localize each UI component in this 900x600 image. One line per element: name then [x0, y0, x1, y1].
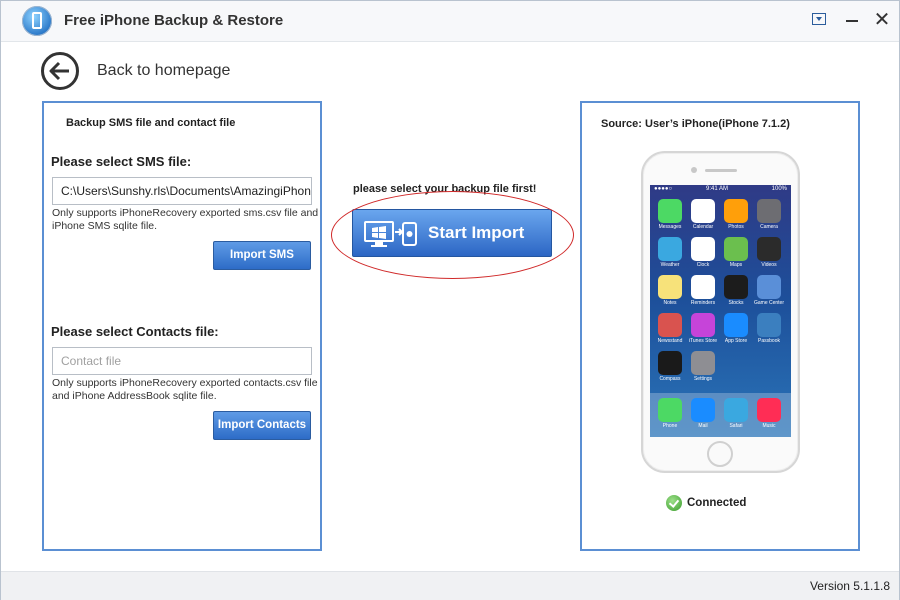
phone-app-icon — [724, 237, 748, 261]
phone-app-label: Calendar — [692, 224, 714, 230]
close-button[interactable]: ✕ — [873, 10, 891, 30]
phone-app-label: Passbook — [758, 338, 780, 344]
phone-app-icon — [691, 313, 715, 337]
phone-app-label: Camera — [760, 224, 778, 230]
iphone-image: ●●●●○ 9:41 AM 100% Messages Calendar Photo… — [641, 151, 800, 473]
start-import-label: Start Import — [428, 223, 525, 242]
back-to-homepage-link[interactable]: Back to homepage — [97, 62, 230, 80]
menu-dropdown-icon[interactable] — [811, 11, 829, 29]
panel-title: Backup SMS file and contact file — [66, 117, 236, 129]
minimize-button[interactable] — [843, 11, 861, 29]
home-button-icon — [707, 441, 733, 467]
phone-app-label: iTunes Store — [688, 338, 718, 344]
phone-dock-icon — [724, 398, 748, 422]
phone-app-label: Reminders — [690, 300, 716, 306]
phone-app-label: Game Center — [753, 300, 784, 306]
phone-dock-icon — [658, 398, 682, 422]
phone-app-icon — [691, 199, 715, 223]
phone-app-label: Compass — [659, 376, 681, 382]
pc-to-phone-icon — [364, 221, 417, 247]
contacts-file-note: Only supports iPhoneRecovery exported co… — [52, 377, 318, 402]
phone-app-icon — [658, 237, 682, 261]
back-arrow-icon[interactable] — [41, 52, 79, 90]
import-contacts-button[interactable]: Import Contacts — [213, 411, 311, 440]
footer-bar: Version 5.1.1.8 — [1, 571, 899, 600]
phone-app-icon — [658, 313, 682, 337]
phone-app-icon — [757, 199, 781, 223]
app-window: Free iPhone Backup & Restore ✕ Back to h… — [0, 0, 900, 600]
connection-status: Connected — [687, 497, 747, 509]
phone-dock-label: Safari — [729, 423, 743, 429]
phone-app-label: Clock — [696, 262, 710, 268]
phone-dock-icon — [757, 398, 781, 422]
sms-file-note: Only supports iPhoneRecovery exported sm… — [52, 207, 319, 232]
phone-app-icon — [691, 275, 715, 299]
phone-app-icon — [658, 199, 682, 223]
phone-app-label: Settings — [693, 376, 713, 382]
contacts-file-label: Please select Contacts file: — [51, 324, 219, 339]
version-label: Version 5.1.1.8 — [809, 579, 890, 593]
sms-file-label: Please select SMS file: — [51, 154, 192, 169]
phone-battery: 100% — [771, 186, 787, 192]
start-import-button[interactable]: Start Import — [352, 209, 552, 257]
phone-app-icon — [724, 199, 748, 223]
phone-app-icon — [757, 275, 781, 299]
phone-dock-label: Music — [762, 423, 776, 429]
title-bar: Free iPhone Backup & Restore ✕ — [1, 1, 899, 42]
phone-dock-label: Mail — [698, 423, 708, 429]
phone-dock-label: Phone — [662, 423, 678, 429]
iphone-screen: ●●●●○ 9:41 AM 100% Messages Calendar Photo… — [650, 185, 791, 437]
phone-app-label: Stocks — [728, 300, 744, 306]
phone-app-label: Videos — [761, 262, 777, 268]
phone-app-icon — [724, 275, 748, 299]
phone-app-label: Notes — [663, 300, 677, 306]
phone-app-icon — [757, 313, 781, 337]
connected-check-icon — [666, 495, 682, 511]
app-title: Free iPhone Backup & Restore — [64, 12, 284, 29]
phone-app-icon — [757, 237, 781, 261]
import-sms-button[interactable]: Import SMS — [213, 241, 311, 270]
phone-dock-icon — [691, 398, 715, 422]
sms-file-input[interactable]: C:\Users\Sunshy.rls\Documents\AmazingiPh… — [52, 177, 312, 205]
app-logo-icon — [22, 6, 52, 36]
contacts-file-input[interactable]: Contact file — [52, 347, 312, 375]
phone-app-label: Messages — [658, 224, 682, 230]
phone-app-label: Maps — [729, 262, 743, 268]
phone-app-icon — [658, 351, 682, 375]
phone-app-icon — [658, 275, 682, 299]
import-hint: please select your backup file first! — [353, 183, 537, 195]
phone-app-label: Newsstand — [657, 338, 683, 344]
phone-time: 9:41 AM — [706, 186, 729, 192]
phone-app-label: Weather — [660, 262, 680, 268]
phone-app-icon — [691, 351, 715, 375]
source-device-label: Source: User’s iPhone(iPhone 7.1.2) — [601, 118, 790, 130]
phone-app-label: Photos — [728, 224, 744, 230]
backup-file-panel: Backup SMS file and contact file Please … — [42, 101, 322, 551]
phone-app-label: App Store — [724, 338, 748, 344]
phone-app-icon — [724, 313, 748, 337]
phone-app-icon — [691, 237, 715, 261]
